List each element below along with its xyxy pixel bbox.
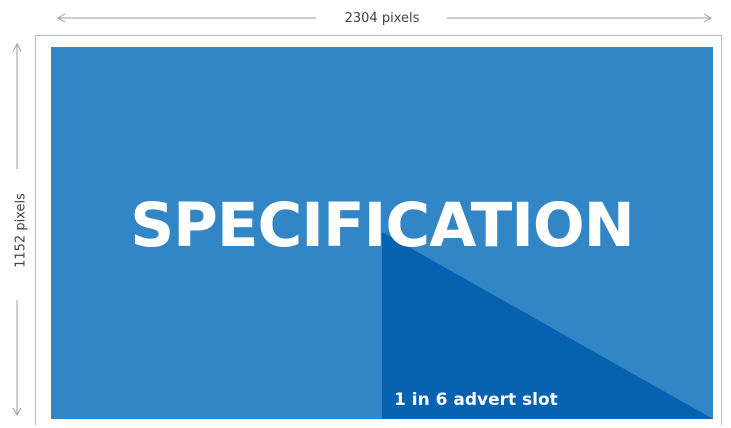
height-dimension-label: 1152 pixels — [13, 193, 29, 268]
specification-title: SPECIFICATION — [130, 190, 635, 261]
width-dimension-label: 2304 pixels — [344, 11, 420, 26]
advert-canvas: SPECIFICATION 1 in 6 advert slot — [51, 47, 713, 419]
advert-slot-label: 1 in 6 advert slot — [394, 390, 558, 410]
